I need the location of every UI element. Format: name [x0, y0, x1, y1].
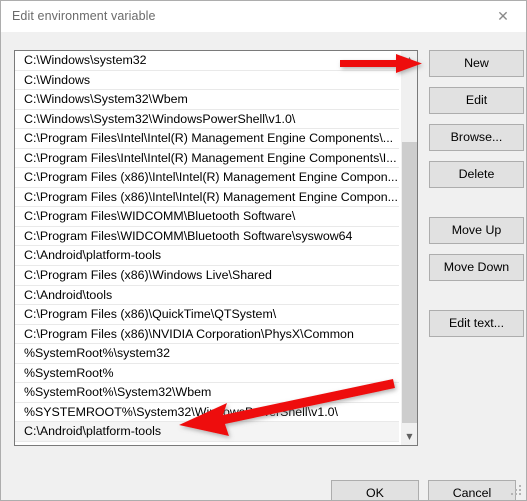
list-item[interactable]: C:\Program Files (x86)\Intel\Intel(R) Ma…: [15, 187, 399, 208]
close-button[interactable]: ✕: [480, 1, 526, 32]
path-list-box[interactable]: C:\Windows\system32 C:\Windows C:\Windows\…: [14, 50, 418, 446]
edit-environment-variable-dialog: Edit environment variable ✕ C:\Windows\s…: [0, 0, 527, 501]
move-down-button[interactable]: Move Down: [429, 254, 524, 281]
list-item[interactable]: C:\Program Files (x86)\Intel\Intel(R) Ma…: [15, 168, 399, 188]
ok-button[interactable]: OK: [331, 480, 419, 500]
new-button[interactable]: New: [429, 50, 524, 77]
list-item[interactable]: C:\Android\tools: [15, 285, 399, 306]
move-up-button[interactable]: Move Up: [429, 217, 524, 244]
resize-grip[interactable]: [511, 485, 522, 496]
window-title: Edit environment variable: [12, 9, 156, 23]
list-item[interactable]: C:\Windows\system32: [15, 51, 399, 71]
list-item[interactable]: C:\Program Files\Intel\Intel(R) Manageme…: [15, 148, 399, 169]
list-item[interactable]: C:\Program Files (x86)\Windows Live\Shar…: [15, 266, 399, 286]
scrollbar-down-button[interactable]: ▼: [401, 428, 417, 445]
chevron-up-icon: ▲: [406, 54, 413, 64]
cancel-button[interactable]: Cancel: [428, 480, 516, 500]
chevron-down-icon: ▼: [406, 431, 413, 441]
list-item[interactable]: C:\Android\platform-tools: [15, 422, 399, 442]
browse-button[interactable]: Browse...: [429, 124, 524, 151]
scrollbar-up-button[interactable]: ▲: [401, 51, 417, 68]
edit-text-button[interactable]: Edit text...: [429, 310, 524, 337]
list-item[interactable]: C:\Program Files\WIDCOMM\Bluetooth Softw…: [15, 226, 399, 247]
list-item[interactable]: %SystemRoot%\system32: [15, 344, 399, 364]
list-item[interactable]: %SystemRoot%\System32\Wbem: [15, 383, 399, 403]
list-item[interactable]: C:\Program Files\Intel\Intel(R) Manageme…: [15, 129, 399, 149]
title-bar: Edit environment variable ✕: [1, 1, 526, 32]
list-item[interactable]: C:\Program Files\WIDCOMM\Bluetooth Softw…: [15, 207, 399, 227]
list-item[interactable]: C:\Windows\System32\Wbem: [15, 90, 399, 110]
list-item[interactable]: %SystemRoot%: [15, 363, 399, 384]
list-item[interactable]: C:\Windows\System32\WindowsPowerShell\v1…: [15, 109, 399, 130]
list-item[interactable]: C:\Windows: [15, 70, 399, 91]
path-list-rows: C:\Windows\system32 C:\Windows C:\Windows\…: [15, 51, 399, 442]
list-item[interactable]: %SYSTEMROOT%\System32\WindowsPowerShell\…: [15, 402, 399, 423]
list-item[interactable]: C:\Program Files (x86)\QuickTime\QTSyste…: [15, 305, 399, 325]
vertical-scrollbar[interactable]: ▲ ▼: [400, 51, 417, 445]
dialog-body: C:\Windows\system32 C:\Windows C:\Windows\…: [1, 32, 526, 500]
list-item[interactable]: C:\Android\platform-tools: [15, 246, 399, 267]
close-icon: ✕: [497, 8, 509, 25]
scrollbar-thumb[interactable]: [402, 142, 417, 423]
delete-button[interactable]: Delete: [429, 161, 524, 188]
list-item[interactable]: C:\Program Files (x86)\NVIDIA Corporatio…: [15, 324, 399, 345]
edit-button[interactable]: Edit: [429, 87, 524, 114]
